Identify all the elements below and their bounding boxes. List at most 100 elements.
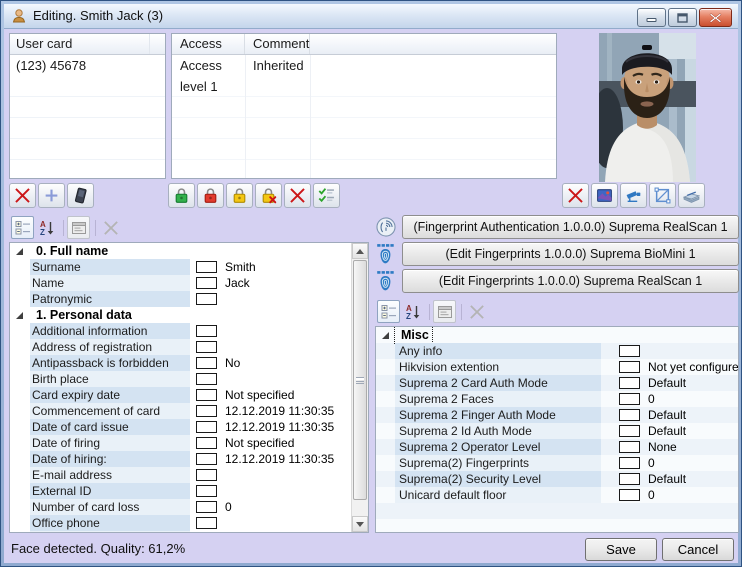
access-level-row[interactable]: Access level 1 Inherited [172,55,556,76]
property-checkbox[interactable] [196,293,217,305]
property-row[interactable]: Additional information Additional inform… [10,323,351,339]
fingerprint-device-button[interactable]: (Fingerprint Authentication 1.0.0.0) Sup… [402,215,739,239]
toolbar-button[interactable] [678,183,705,208]
property-row[interactable]: Unicard default floor Unicard default fl… [376,487,738,503]
property-checkbox[interactable] [196,357,217,369]
grid-toolbar-button[interactable] [465,300,488,323]
property-row[interactable]: Suprema(2) Fingerprints Suprema(2) Finge… [376,455,738,471]
property-row[interactable]: Commencement of card Commencement of car… [10,403,351,419]
grid-toolbar-button[interactable] [377,300,400,323]
property-checkbox[interactable] [196,405,217,417]
toolbar-button[interactable] [255,183,282,208]
save-button[interactable]: Save [585,538,657,561]
window-control-button[interactable] [668,8,697,27]
toolbar-button[interactable] [67,183,94,208]
expanded-triangle-icon[interactable] [16,248,23,255]
property-checkbox[interactable] [196,501,217,513]
property-checkbox[interactable] [196,277,217,289]
property-row[interactable]: Suprema 2 Id Auth Mode Suprema 2 Id Auth… [376,423,738,439]
property-checkbox[interactable] [196,437,217,449]
property-checkbox[interactable] [196,485,217,497]
toolbar-button[interactable] [649,183,676,208]
vertical-scrollbar[interactable] [351,243,368,532]
toolbar-button[interactable] [9,183,36,208]
grid-toolbar-button[interactable]: AZ [401,300,424,323]
property-row[interactable]: Antipassback is forbidden Antipassback i… [10,355,351,371]
property-row[interactable]: Hikvision extention Hikvision extention … [376,359,738,375]
property-row[interactable]: Office phone Office phone [10,515,351,531]
property-row[interactable]: Birth place Birth place [10,371,351,387]
user-card-row[interactable]: (123) 45678 [10,55,165,76]
access-table-header[interactable]: Access level Comment [172,34,556,55]
scrollbar-thumb[interactable] [353,260,367,500]
property-row[interactable]: Surname Surname Smith [10,259,351,275]
grid-toolbar-button[interactable] [99,216,122,239]
property-checkbox[interactable] [619,457,640,469]
property-checkbox[interactable] [619,377,640,389]
fingerprint-device-button[interactable]: (Edit Fingerprints 1.0.0.0) Suprema Real… [402,269,739,293]
property-checkbox[interactable] [619,489,640,501]
property-row[interactable]: Any info Any info [376,343,738,359]
expanded-triangle-icon[interactable] [16,312,23,319]
grid-toolbar-button[interactable] [67,216,90,239]
property-row[interactable]: Date of firing Date of firing Not specif… [10,435,351,451]
property-row[interactable]: Suprema 2 Finger Auth Mode Suprema 2 Fin… [376,407,738,423]
property-checkbox[interactable] [196,389,217,401]
property-row[interactable]: External ID External ID [10,483,351,499]
property-checkbox[interactable] [619,425,640,437]
toolbar-button[interactable] [562,183,589,208]
property-checkbox[interactable] [619,473,640,485]
expanded-triangle-icon[interactable] [382,332,389,339]
property-checkbox[interactable] [619,393,640,405]
property-checkbox[interactable] [196,325,217,337]
property-row[interactable]: Suprema 2 Card Auth Mode Suprema 2 Card … [376,375,738,391]
property-row[interactable] [10,531,351,533]
property-row[interactable]: Number of card loss Number of card loss … [10,499,351,515]
toolbar-button[interactable] [38,183,65,208]
grid-toolbar-button[interactable]: AZ [35,216,58,239]
toolbar-button[interactable] [226,183,253,208]
scrollbar-up-button[interactable] [352,243,368,259]
toolbar-button[interactable] [284,183,311,208]
fingerprint-device-button[interactable]: (Edit Fingerprints 1.0.0.0) Suprema BioM… [402,242,739,266]
property-row[interactable]: E-mail address E-mail address [10,467,351,483]
property-row[interactable]: Date of card issue Date of card issue 12… [10,419,351,435]
property-checkbox[interactable] [196,373,217,385]
property-row[interactable]: Card expiry date Card expiry date Not sp… [10,387,351,403]
toolbar-button[interactable] [591,183,618,208]
column-comment[interactable]: Comment [245,34,310,54]
property-row[interactable]: Misc Misc [376,327,738,343]
toolbar-button[interactable] [313,183,340,208]
scrollbar-down-button[interactable] [352,516,368,532]
property-checkbox[interactable] [196,421,217,433]
property-checkbox[interactable] [196,341,217,353]
property-row[interactable]: Date of hiring: Date of hiring: 12.12.20… [10,451,351,467]
window-control-button[interactable] [637,8,666,27]
property-checkbox[interactable] [619,441,640,453]
property-row[interactable]: 1. Personal data 1. Personal data [10,307,351,323]
grid-toolbar-button[interactable] [11,216,34,239]
property-checkbox[interactable] [196,261,217,273]
property-row[interactable]: 0. Full name 0. Full name [10,243,351,259]
property-row[interactable]: Patronymic Patronymic [10,291,351,307]
property-row[interactable]: Suprema 2 Operator Level Suprema 2 Opera… [376,439,738,455]
property-checkbox[interactable] [196,469,217,481]
property-checkbox[interactable] [619,345,640,357]
property-checkbox[interactable] [196,517,217,529]
column-access-level[interactable]: Access level [172,34,245,54]
toolbar-button[interactable] [168,183,195,208]
cancel-button[interactable]: Cancel [662,538,734,561]
property-row[interactable]: Name Name Jack [10,275,351,291]
property-checkbox[interactable] [619,409,640,421]
grid-toolbar-button[interactable] [433,300,456,323]
user-card-header[interactable]: User card [10,34,165,55]
property-checkbox[interactable] [619,361,640,373]
toolbar-button[interactable] [197,183,224,208]
property-row[interactable]: Suprema(2) Security Level Suprema(2) Sec… [376,471,738,487]
window-control-button[interactable] [699,8,732,27]
title-bar[interactable]: Editing. Smith Jack (3) [4,4,738,29]
property-row[interactable]: Suprema 2 Faces Suprema 2 Faces 0 [376,391,738,407]
property-checkbox[interactable] [196,453,217,465]
property-row[interactable]: Address of registration Address of regis… [10,339,351,355]
toolbar-button[interactable] [620,183,647,208]
